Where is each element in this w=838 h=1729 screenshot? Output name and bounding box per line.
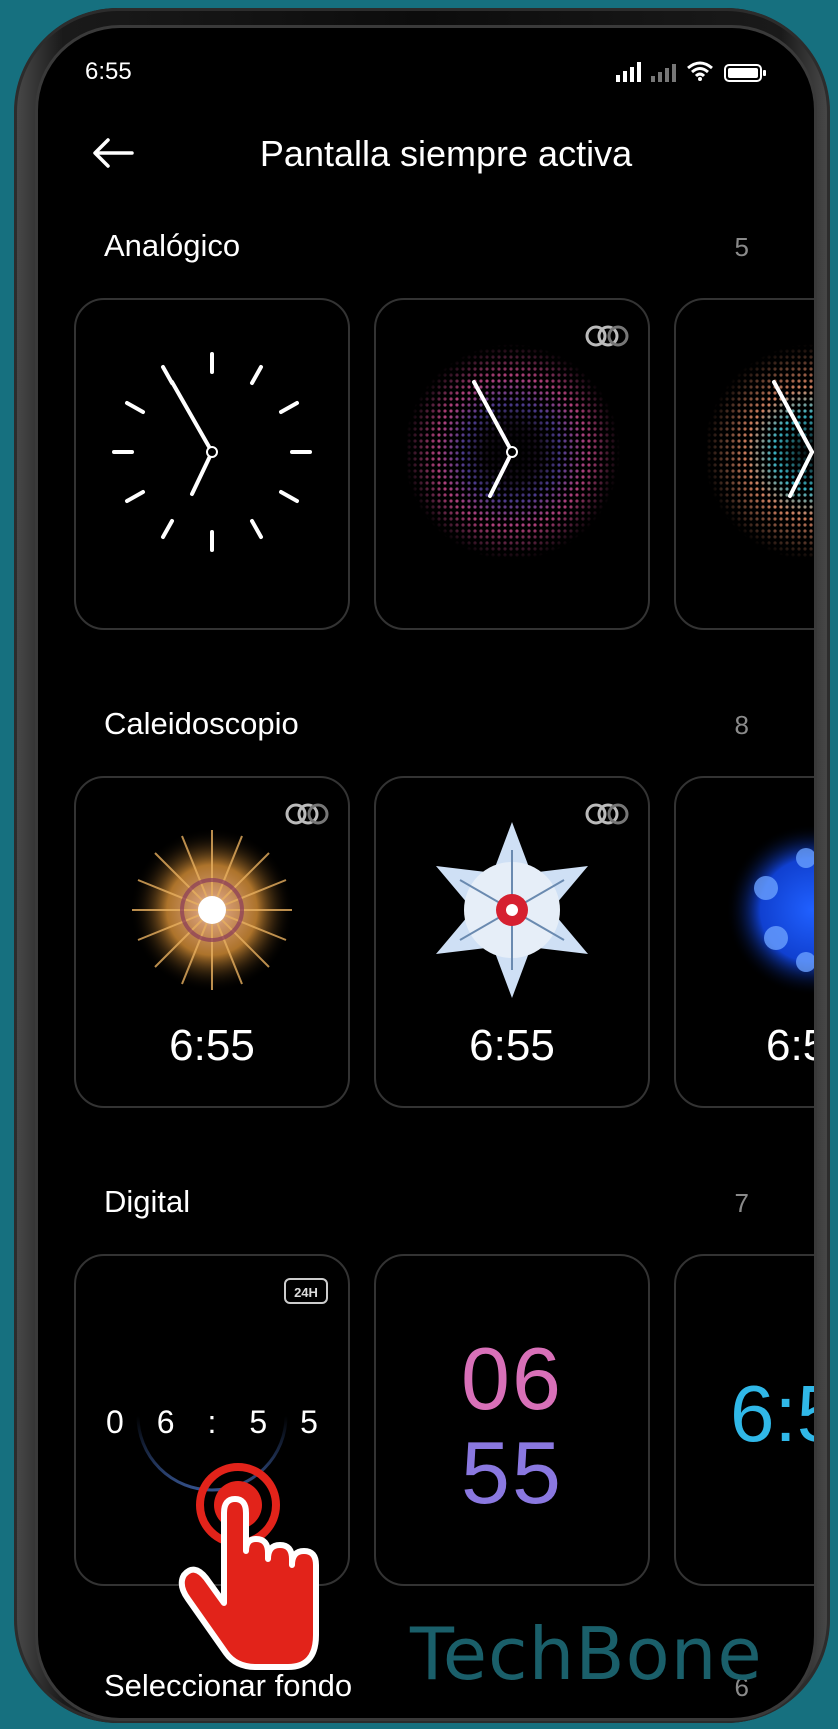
signal-secondary-icon <box>651 62 676 82</box>
analog-clock-card-3[interactable] <box>674 298 814 630</box>
dotted-spiral-clock-icon <box>404 344 620 560</box>
digital-clock-card-3[interactable]: 6:5 <box>674 1254 814 1586</box>
kaleidoscope-card-3[interactable]: 6:5 <box>674 776 814 1108</box>
digital-time-digits: 0 6 : 5 5 <box>106 1404 318 1441</box>
section-count-analog: 5 <box>734 232 749 262</box>
status-time: 6:55 <box>85 58 132 85</box>
battery-icon <box>724 64 766 82</box>
analog-clock-card-2[interactable] <box>374 298 650 630</box>
digit: 6 <box>156 1404 175 1440</box>
status-icons <box>616 58 766 82</box>
section-title-background[interactable]: Seleccionar fondo <box>104 1668 352 1704</box>
digital-minute: 55 <box>461 1423 563 1522</box>
tap-hand-cursor-icon <box>178 1463 319 1670</box>
digit: 5 <box>300 1404 318 1440</box>
section-title-analog: Analógico <box>104 228 241 263</box>
digit: 5 <box>249 1404 268 1440</box>
kaleidoscope-time: 6:5 <box>766 1021 814 1070</box>
kaleidoscope-card-1[interactable]: 6:55 <box>74 776 350 1108</box>
status-bar: 6:55 <box>38 28 814 108</box>
kaleidoscope-card-2[interactable]: 6:55 <box>374 776 650 1108</box>
section-title-digital: Digital <box>104 1184 191 1219</box>
digit-separator: : <box>207 1404 217 1440</box>
page-title: Pantalla siempre activa <box>259 133 633 174</box>
digit: 0 <box>106 1404 124 1440</box>
section-count-digital: 7 <box>734 1188 749 1218</box>
section-title-kaleidoscope: Caleidoscopio <box>104 706 299 741</box>
dotted-spiral-clock-icon <box>704 344 814 560</box>
wifi-icon <box>687 61 713 81</box>
section-count-kaleidoscope: 8 <box>734 710 749 740</box>
color-toggle-icon <box>585 803 629 825</box>
color-toggle-icon <box>285 803 329 825</box>
color-toggle-icon <box>585 325 629 347</box>
signal-icon <box>616 62 641 82</box>
kaleidoscope-time: 6:55 <box>169 1021 255 1070</box>
digital-clock-card-2[interactable]: 06 55 <box>374 1254 650 1586</box>
kaleidoscope-time: 6:55 <box>469 1021 555 1070</box>
digital-time: 6:5 <box>730 1369 814 1458</box>
analog-clock-card-1[interactable] <box>74 298 350 630</box>
analog-clock-face-icon <box>112 352 312 552</box>
screen: 6:55 Pantalla siempre activa Analógico 5 <box>38 28 814 1718</box>
watermark-logo: TechBone <box>410 1612 763 1696</box>
digital-hour: 06 <box>461 1329 563 1428</box>
kaleidoscope-blue-icon <box>726 824 814 996</box>
